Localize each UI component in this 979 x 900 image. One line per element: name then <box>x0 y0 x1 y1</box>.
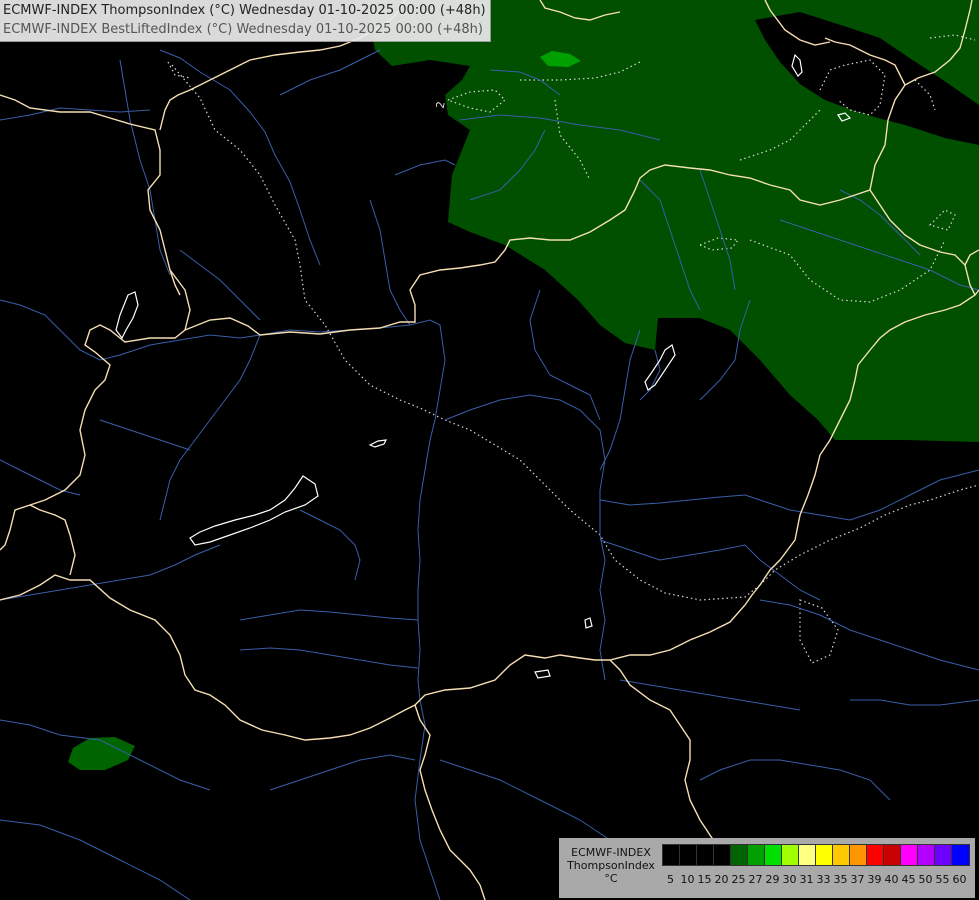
legend-title: ECMWF-INDEX ThompsonIndex °C <box>561 846 661 885</box>
legend-swatch <box>884 845 901 865</box>
legend-tick-label: 31 <box>799 873 814 886</box>
color-legend: ECMWF-INDEX ThompsonIndex °C 5 10 15 20 25 27… <box>559 838 975 898</box>
legend-color-bar <box>662 844 970 866</box>
legend-swatch <box>952 845 969 865</box>
legend-title-index: ThompsonIndex <box>567 859 655 872</box>
legend-tick-label: 10 <box>680 873 695 886</box>
legend-swatch <box>850 845 867 865</box>
legend-tick-label: 27 <box>748 873 763 886</box>
legend-tick-label: 20 <box>714 873 729 886</box>
legend-tick-label: 45 <box>901 873 916 886</box>
header-thompson-index: ECMWF-INDEX ThompsonIndex (°C) Wednesday… <box>3 3 486 18</box>
legend-swatch <box>918 845 935 865</box>
weather-map: 2 <box>0 0 979 900</box>
legend-swatch <box>680 845 697 865</box>
legend-swatch <box>833 845 850 865</box>
legend-tick-label: 30 <box>782 873 797 886</box>
legend-tick-label: 55 <box>935 873 950 886</box>
legend-swatch <box>765 845 782 865</box>
legend-title-model: ECMWF-INDEX <box>571 846 651 859</box>
legend-tick-label: 40 <box>884 873 899 886</box>
legend-swatch <box>901 845 918 865</box>
legend-tick-label: 35 <box>833 873 848 886</box>
legend-tick-label: 29 <box>765 873 780 886</box>
legend-swatch <box>935 845 952 865</box>
map-header: ECMWF-INDEX ThompsonIndex (°C) Wednesday… <box>0 0 491 42</box>
legend-title-unit: °C <box>604 872 618 885</box>
legend-tick-label: 50 <box>918 873 933 886</box>
legend-swatch <box>816 845 833 865</box>
legend-tick-label: 60 <box>952 873 967 886</box>
legend-tick-label: 37 <box>850 873 865 886</box>
legend-ticks: 5 10 15 20 25 27 29 30 31 33 35 37 39 40 45 50 55 60 <box>662 873 972 887</box>
legend-swatch <box>731 845 748 865</box>
legend-tick-label: 15 <box>697 873 712 886</box>
legend-swatch <box>867 845 884 865</box>
legend-swatch <box>782 845 799 865</box>
legend-tick-label: 39 <box>867 873 882 886</box>
legend-swatch <box>663 845 680 865</box>
legend-swatch <box>748 845 765 865</box>
header-best-lifted-index: ECMWF-INDEX BestLiftedIndex (°C) Wednesd… <box>3 22 483 37</box>
legend-swatch <box>799 845 816 865</box>
legend-tick-label: 25 <box>731 873 746 886</box>
legend-swatch <box>697 845 714 865</box>
legend-tick-label: 5 <box>667 873 674 886</box>
legend-tick-label: 33 <box>816 873 831 886</box>
legend-swatch <box>714 845 731 865</box>
